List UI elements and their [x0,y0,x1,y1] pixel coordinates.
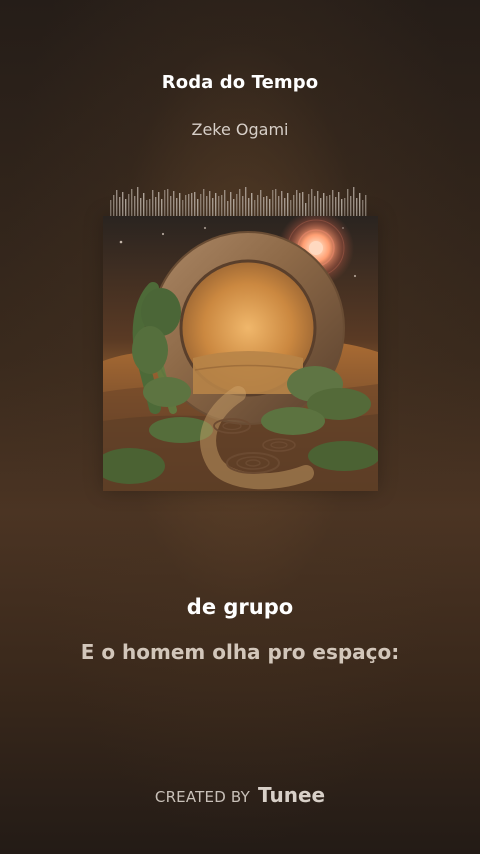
waveform-bar [188,194,190,218]
waveform-bar [230,192,232,218]
waveform-bar [278,196,280,218]
waveform-bar [293,195,295,218]
waveform-bar [167,189,169,218]
current-lyric-line: de grupo [186,595,294,619]
waveform-bar [314,196,316,218]
waveform-bar [326,196,328,218]
waveform-bar [317,191,319,218]
waveform-bar [272,190,274,218]
waveform-bar [332,190,334,218]
waveform-bar [263,197,265,218]
waveform-bar [359,193,361,218]
brand-name: Tunee [258,783,326,807]
waveform-bar [140,198,142,218]
waveform-bar [116,190,118,218]
waveform-bar [200,194,202,218]
waveform-bar [248,198,250,218]
waveform-bar [281,191,283,218]
artist-name: Zeke Ogami [191,120,289,139]
waveform-bar [122,192,124,218]
waveform-bar [119,197,121,218]
album-cover [103,216,378,491]
waveform-bar [296,190,298,218]
waveform-bar [158,192,160,218]
waveform-bar [203,189,205,218]
waveform-bar [152,190,154,218]
waveform-bar [221,195,223,218]
waveform-bar [356,198,358,218]
creator-credit: CREATED BY Tunee [0,783,480,807]
waveform-bar [266,196,268,218]
waveform-bar [113,195,115,218]
waveform-bar [134,196,136,218]
waveform-bar [347,189,349,218]
waveform-bar [173,191,175,218]
waveform-bar [236,194,238,218]
waveform-bar [251,193,253,218]
waveform-bar [323,193,325,218]
waveform-bar [215,193,217,218]
waveform-bar [245,187,247,218]
audio-waveform [109,184,367,218]
waveform-bar [137,187,139,218]
waveform-bar [224,190,226,218]
waveform-bar [308,194,310,218]
waveform-bar [170,196,172,218]
waveform-bar [275,189,277,218]
waveform-bar [350,196,352,218]
waveform-bar [206,196,208,218]
waveform-bar [320,198,322,218]
waveform-bar [338,192,340,218]
waveform-bar [155,197,157,218]
waveform-bar [131,189,133,218]
waveform-bar [344,198,346,218]
waveform-bar [218,196,220,218]
next-lyric-line: E o homem olha pro espaço: [80,640,400,664]
waveform-bar [143,193,145,218]
waveform-bar [209,191,211,218]
created-by-label: CREATED BY [154,788,250,806]
waveform-bar [164,190,166,218]
waveform-bar [242,196,244,218]
waveform-bar [299,193,301,218]
waveform-bar [194,192,196,218]
waveform-bar [284,198,286,218]
waveform-bar [335,197,337,218]
waveform-bar [260,190,262,218]
waveform-bar [365,195,367,218]
waveform-bar [287,193,289,218]
waveform-bar [257,195,259,218]
waveform-bar [179,193,181,218]
waveform-bar [128,194,130,218]
waveform-bar [311,189,313,218]
waveform-bar [185,195,187,218]
song-player-screen: Roda do Tempo Zeke Ogami de grupo E o ho… [0,0,480,854]
waveform-bar [212,198,214,218]
waveform-bar [239,189,241,218]
waveform-bar [353,187,355,218]
waveform-bar [329,195,331,218]
waveform-bar [176,198,178,218]
song-title: Roda do Tempo [161,72,319,93]
waveform-bar [302,192,304,218]
waveform-bar [191,193,193,218]
